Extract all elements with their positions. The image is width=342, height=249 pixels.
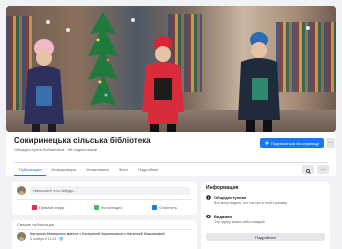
photo-icon: [94, 204, 100, 210]
video-camera-icon: [31, 204, 37, 210]
page-title: Сокиринецька сільська бібліотека: [14, 136, 151, 145]
privacy-label: Общедоступная: [214, 195, 247, 200]
child-with-book: [20, 36, 68, 132]
tag-label: Отметить: [159, 204, 178, 210]
composer-input[interactable]: Напишите что-нибудь...: [29, 186, 191, 195]
info-row-visibility: Видимая Эту группу может найти каждый: [206, 214, 265, 224]
facebook-page: Сокиринецька сільська бібліотека Общедос…: [0, 0, 342, 249]
info-row-privacy: Общедоступная Все могут видеть, кто сост…: [206, 195, 287, 205]
info-more-button[interactable]: Подробнее: [206, 233, 325, 241]
child-with-book: [138, 34, 188, 132]
cover-photo[interactable]: [6, 6, 336, 132]
info-title: Информация: [206, 185, 239, 191]
photo-video-label: Фото/видео: [101, 204, 123, 210]
search-icon: [305, 161, 311, 179]
tabs-more-button[interactable]: ···: [317, 165, 329, 174]
live-video-label: Прямой эфир: [38, 204, 65, 210]
avatar[interactable]: [17, 186, 26, 195]
avatar[interactable]: [17, 232, 26, 241]
tag-button[interactable]: Отметить: [152, 202, 177, 212]
tab-photos[interactable]: Фото: [114, 164, 133, 176]
tab-about[interactable]: Информация: [46, 164, 81, 176]
follow-page-label: Подписаться на страницу: [271, 140, 319, 146]
tag-icon: [152, 204, 158, 210]
visibility-label: Видимая: [214, 214, 232, 219]
composer-divider: [17, 199, 192, 200]
info-card: Информация Общедоступная Все могут видет…: [201, 182, 330, 249]
post-divider: [17, 229, 192, 230]
composer-actions: Прямой эфир Фото/видео Отметить: [17, 202, 192, 212]
post-section-header: Свежие публикации: [17, 222, 55, 227]
live-video-button[interactable]: Прямой эфир: [31, 202, 65, 212]
visibility-description: Эту группу может найти каждый: [214, 220, 265, 224]
page-tabs: Публикации Информация Упоминания Фото По…: [14, 164, 164, 176]
tab-posts[interactable]: Публикации: [14, 164, 47, 176]
header-divider: [14, 162, 328, 163]
post-card: Свежие публикации Катерина Мисюренко вме…: [12, 220, 197, 249]
page-header: Сокиринецька сільська бібліотека Общедос…: [6, 132, 336, 176]
page-more-button[interactable]: ···: [326, 138, 335, 148]
info-icon: [206, 195, 211, 200]
snowflake-decoration: [66, 28, 70, 32]
page-search-button[interactable]: [302, 165, 314, 174]
bookshelf-right: [276, 22, 336, 92]
photo-video-button[interactable]: Фото/видео: [94, 202, 122, 212]
tab-mentions[interactable]: Упоминания: [81, 164, 114, 176]
tab-more[interactable]: Подробнее: [133, 164, 164, 176]
follow-icon: [265, 140, 270, 146]
privacy-description: Все могут видеть, кто состоит в этой стр…: [214, 201, 288, 205]
post-composer: Напишите что-нибудь... Прямой эфир Фото/…: [12, 182, 197, 215]
christmas-garland: [86, 10, 120, 130]
snowflake-decoration: [306, 26, 310, 30]
child-with-book: [234, 30, 284, 132]
eye-icon: [206, 214, 211, 219]
snowflake-decoration: [46, 20, 50, 24]
snowflake-decoration: [131, 18, 135, 22]
follow-page-button[interactable]: Подписаться на страницу: [260, 138, 324, 148]
post-timestamp[interactable]: 3 ноября в 11:24 · 🌐: [30, 237, 63, 241]
page-subtitle: Общедоступна библиотека · 96 подписчиков: [14, 147, 97, 152]
